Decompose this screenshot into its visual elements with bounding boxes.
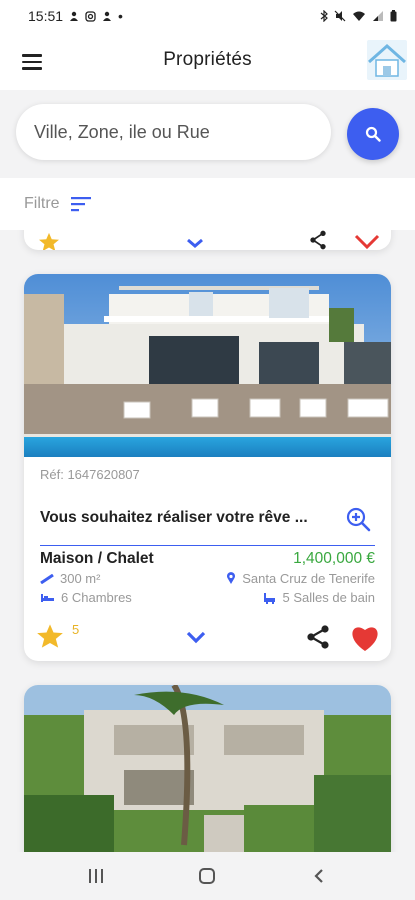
search-input[interactable] [16, 104, 331, 160]
bed-icon [41, 593, 54, 602]
chevron-down-icon[interactable] [185, 630, 207, 644]
app-bar: Propriétés [0, 32, 415, 90]
heart-outline-icon[interactable] [354, 234, 380, 250]
home-button[interactable] [187, 861, 227, 891]
location-info: Santa Cruz de Tenerife [226, 571, 375, 586]
mute-icon [334, 10, 346, 22]
card-actions: 5 [24, 614, 391, 661]
search-icon [365, 126, 381, 142]
filter-bar[interactable]: Filtre [0, 178, 415, 230]
area-info: 300 m² [40, 571, 100, 586]
chevron-down-icon[interactable] [186, 238, 204, 248]
notification-icon [70, 11, 79, 21]
bathrooms-info: 5 Salles de bain [263, 590, 375, 605]
property-photo[interactable] [24, 274, 391, 457]
wifi-icon [353, 11, 365, 21]
property-price: 1,400,000 € [293, 550, 375, 567]
location-pin-icon [227, 572, 236, 584]
status-bar: 15:51 • [0, 0, 415, 32]
bluetooth-icon [320, 10, 328, 22]
star-icon[interactable] [36, 622, 64, 650]
bathrooms-value: 5 Salles de bain [282, 590, 375, 605]
headline-row: Vous souhaitez réaliser votre rêve ... [40, 506, 375, 546]
property-card[interactable] [24, 230, 391, 250]
system-nav-bar [0, 852, 415, 900]
ruler-icon [40, 573, 54, 584]
zoom-in-icon[interactable] [345, 506, 371, 532]
back-button[interactable] [299, 861, 339, 891]
battery-icon [390, 10, 397, 22]
property-card[interactable] [24, 685, 391, 852]
house-logo-icon[interactable] [367, 40, 407, 80]
property-list[interactable]: Réf: 1647620807 Vous souhaitez réaliser … [0, 230, 415, 852]
property-card[interactable]: Réf: 1647620807 Vous souhaitez réaliser … [24, 274, 391, 661]
property-type: Maison / Chalet [40, 550, 154, 567]
filter-label[interactable]: Filtre [24, 195, 60, 213]
signal-icon [373, 11, 383, 21]
sort-filter-icon[interactable] [70, 196, 92, 212]
instagram-icon [85, 10, 96, 22]
bathtub-icon [264, 592, 276, 604]
share-icon[interactable] [306, 624, 330, 650]
rating-count: 5 [72, 622, 80, 637]
property-reference: Réf: 1647620807 [40, 467, 140, 482]
notification-icon-2 [103, 11, 112, 21]
home-icon [199, 868, 216, 884]
search-button[interactable] [347, 108, 399, 160]
property-photo[interactable] [24, 685, 391, 852]
location-value: Santa Cruz de Tenerife [242, 571, 375, 586]
search-bar [0, 90, 415, 178]
star-icon[interactable] [38, 232, 60, 250]
property-headline: Vous souhaitez réaliser votre rêve ... [40, 509, 308, 526]
heart-icon[interactable] [350, 624, 380, 652]
area-value: 300 m² [60, 571, 101, 586]
bedrooms-value: 6 Chambres [61, 590, 132, 605]
back-icon [314, 869, 323, 883]
recent-apps-button[interactable] [76, 861, 116, 891]
status-time: 15:51 [28, 8, 64, 24]
share-icon[interactable] [307, 230, 329, 250]
page-title: Propriétés [163, 49, 252, 70]
status-dot: • [118, 8, 123, 24]
recent-apps-icon [88, 869, 103, 883]
bedrooms-info: 6 Chambres [40, 590, 132, 605]
